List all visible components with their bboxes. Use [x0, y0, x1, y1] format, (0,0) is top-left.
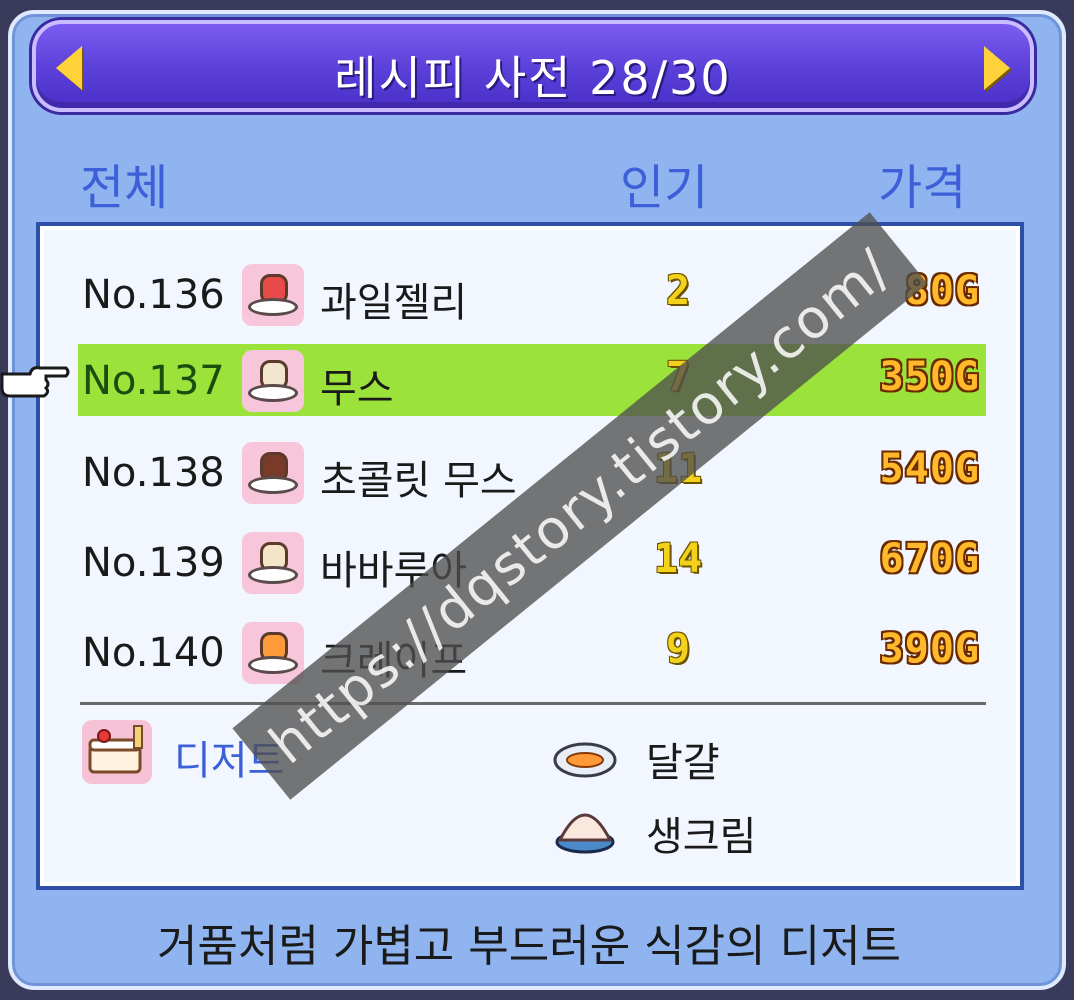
next-page-arrow-icon[interactable]	[984, 46, 1010, 90]
recipe-name: 초콜릿 무스	[320, 458, 517, 504]
hand-pointer-icon	[0, 360, 70, 400]
recipe-number: No.139	[82, 540, 225, 586]
price-value: 540G	[879, 446, 980, 492]
fruit-jelly-icon	[242, 264, 304, 326]
ingredient-label: 생크림	[646, 814, 757, 860]
mousse-icon	[242, 350, 304, 412]
page-title: 레시피 사전 28/30	[334, 51, 732, 105]
divider	[80, 702, 986, 705]
sort-price-tab[interactable]: 가격	[878, 148, 966, 218]
crepe-icon	[242, 622, 304, 684]
recipe-row-137[interactable]: No.137 무스 7 350G	[78, 344, 986, 416]
popularity-value: 14	[653, 536, 703, 582]
bavarois-icon	[242, 532, 304, 594]
recipe-description: 거품처럼 가볍고 부드러운 식감의 디저트	[156, 921, 902, 972]
egg-plate-icon	[552, 732, 618, 788]
title-bar: 레시피 사전 28/30	[32, 20, 1034, 112]
recipe-name: 과일젤리	[320, 280, 468, 326]
sort-all-tab[interactable]: 전체	[80, 148, 168, 218]
recipe-number: No.138	[82, 450, 225, 496]
recipe-number: No.140	[82, 630, 225, 676]
popularity-value: 9	[665, 626, 691, 672]
recipe-name: 무스	[320, 366, 394, 412]
popularity-value: 2	[665, 268, 691, 314]
price-value: 670G	[879, 536, 980, 582]
cake-icon	[82, 720, 152, 784]
recipe-number: No.136	[82, 272, 225, 318]
recipe-number: No.137	[82, 358, 225, 404]
chocolate-mousse-icon	[242, 442, 304, 504]
cream-bowl-icon	[552, 796, 618, 854]
price-value: 390G	[879, 626, 980, 672]
ingredient-label: 달걀	[646, 740, 720, 786]
price-value: 350G	[879, 354, 980, 400]
sort-popularity-tab[interactable]: 인기	[620, 148, 708, 218]
recipe-row-140[interactable]: No.140 크레이프 9 390G	[78, 616, 986, 688]
